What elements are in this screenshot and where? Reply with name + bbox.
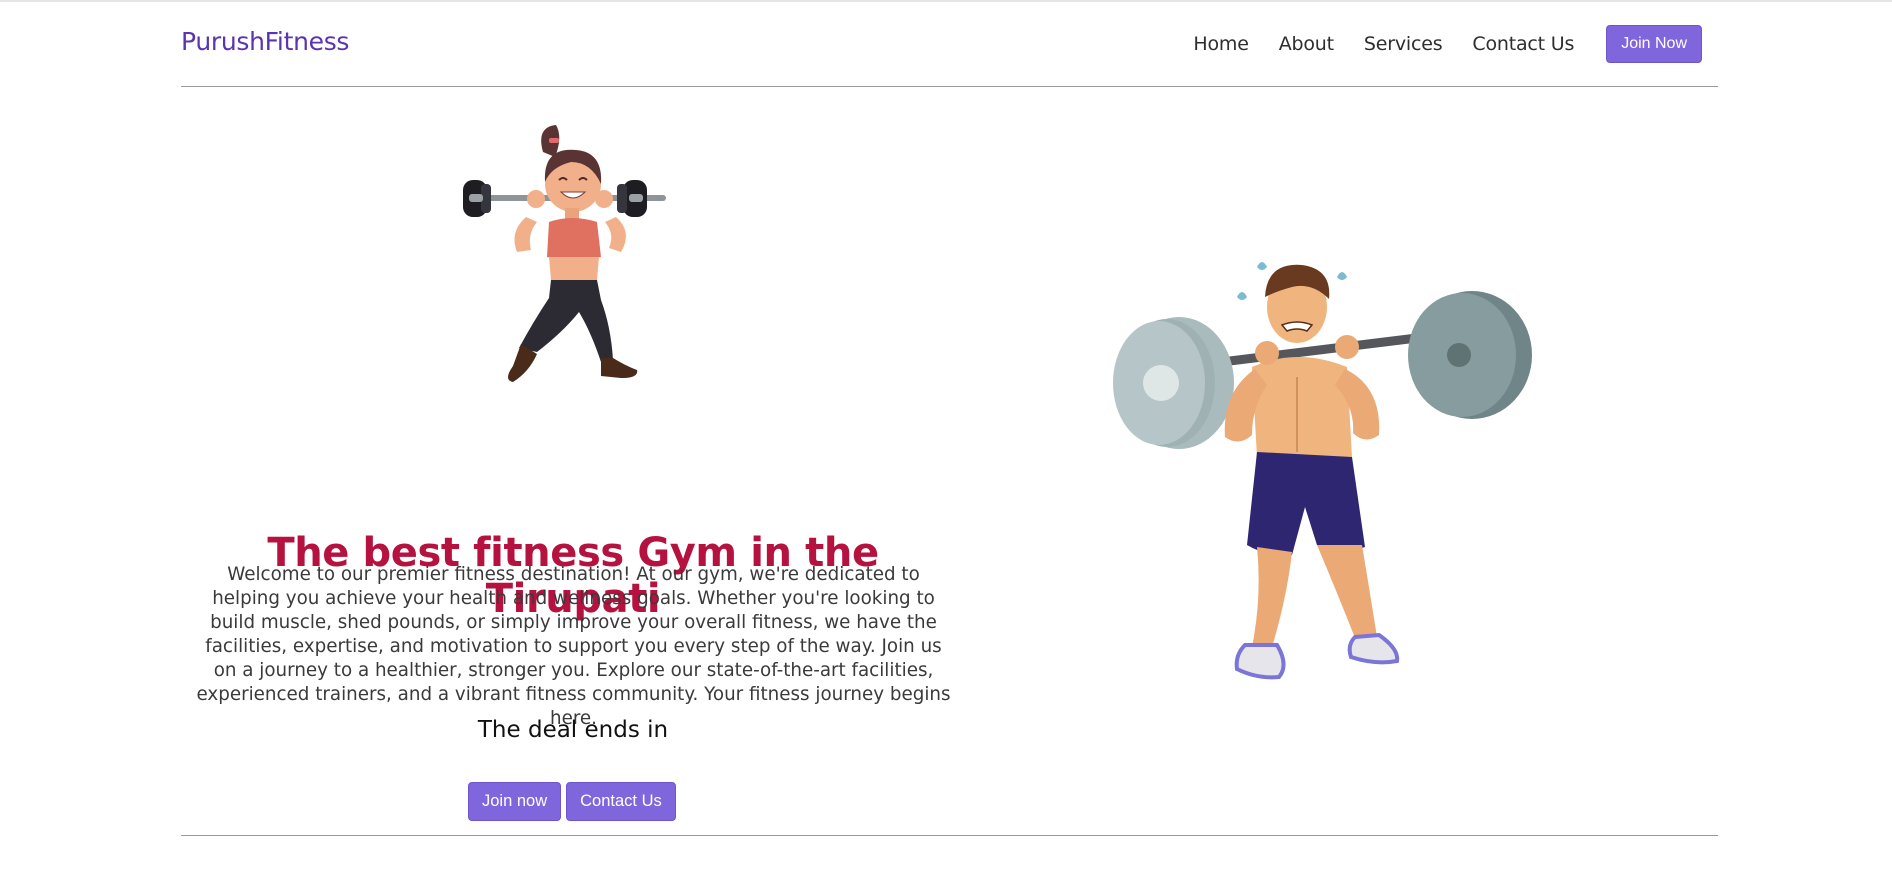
nav-about[interactable]: About [1279,33,1334,55]
nav-contact-us[interactable]: Contact Us [1472,33,1574,55]
page-container: PurushFitness Home About Services Contac… [181,0,1718,836]
hero-description: Welcome to our premier fitness destinati… [196,564,951,729]
deal-countdown-text: The deal ends in [477,717,669,743]
join-now-button[interactable]: Join Now [1606,25,1702,63]
woman-lifting-barbell-illustration [463,125,666,382]
main-nav: Home About Services Contact Us Join Now [1193,25,1702,63]
man-lifting-heavy-barbell-illustration [1113,262,1532,680]
join-now-hero-button[interactable]: Join now [468,782,562,821]
contact-us-hero-button[interactable]: Contact Us [566,782,676,821]
nav-home[interactable]: Home [1193,33,1249,55]
hero-section: The best fitness Gym in the Tirupati Wel… [181,87,1718,836]
brand-logo[interactable]: PurushFitness [181,27,349,56]
navbar: PurushFitness Home About Services Contac… [181,0,1718,87]
hero-actions: Join now Contact Us [468,782,676,821]
nav-services[interactable]: Services [1364,33,1443,55]
